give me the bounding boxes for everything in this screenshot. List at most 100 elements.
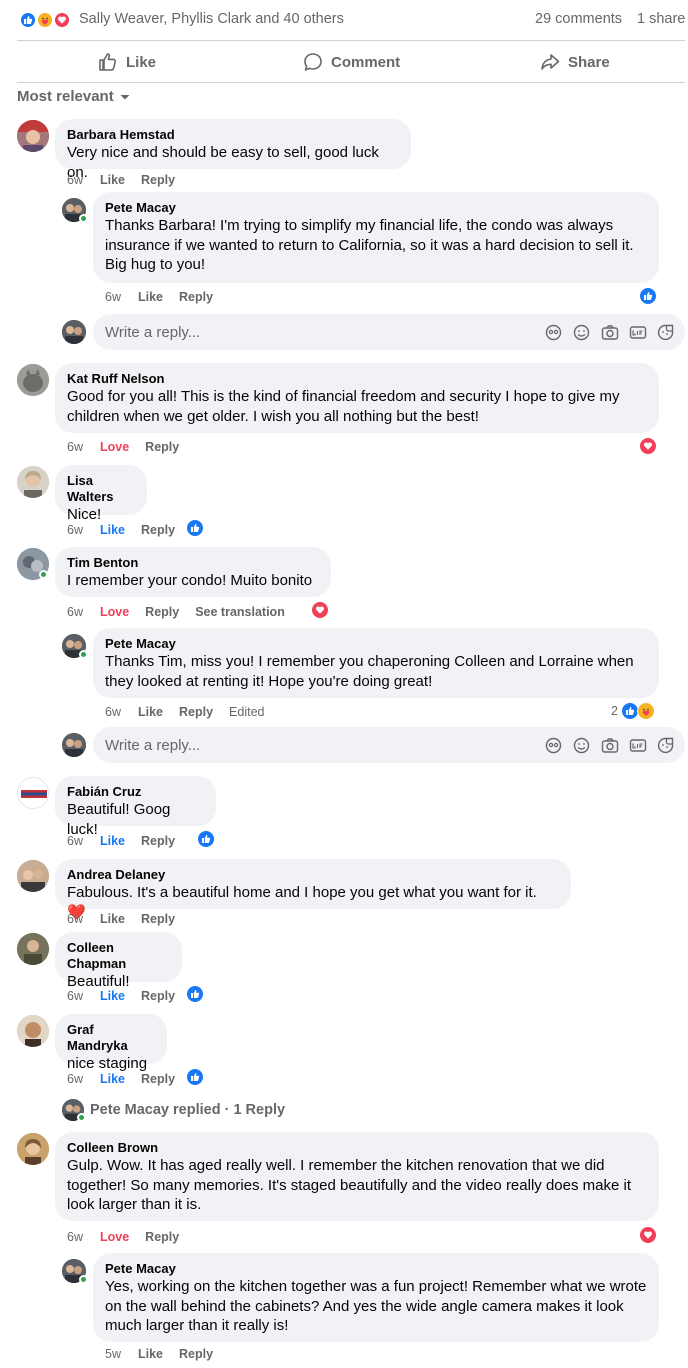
avatar[interactable]: [17, 933, 49, 965]
avatar[interactable]: [17, 120, 49, 152]
comment-author[interactable]: Pete Macay: [105, 1261, 647, 1277]
reply-input[interactable]: [105, 727, 525, 763]
comment-reply-button[interactable]: Reply: [145, 1230, 179, 1244]
comment-reply-button[interactable]: Reply: [141, 912, 175, 926]
comment-author[interactable]: Graf Mandryka: [67, 1022, 155, 1054]
comment-time[interactable]: 6w: [67, 989, 83, 1003]
comment-author[interactable]: Andrea Delaney: [67, 867, 559, 883]
avatar[interactable]: [17, 1133, 49, 1165]
sticker-icon[interactable]: [656, 736, 675, 755]
love-reaction-badge[interactable]: [639, 437, 657, 455]
reactors-names[interactable]: Sally Weaver, Phyllis Clark and 40 other…: [79, 11, 344, 27]
comment-time[interactable]: 6w: [105, 290, 121, 304]
comment-time[interactable]: 6w: [67, 173, 83, 187]
like-icon: [19, 11, 37, 29]
see-translation-link[interactable]: See translation: [195, 605, 285, 619]
comment-love-button[interactable]: Love: [100, 605, 129, 619]
comment-reply-button[interactable]: Reply: [179, 290, 213, 304]
comment-time[interactable]: 6w: [67, 605, 83, 619]
comment-author[interactable]: Fabián Cruz: [67, 784, 204, 800]
comment-reply-button[interactable]: Reply: [141, 173, 175, 187]
shares-count[interactable]: 1 share: [637, 11, 685, 27]
comment-like-button[interactable]: Like: [100, 989, 125, 1003]
avatar-sticker-icon[interactable]: [544, 736, 563, 755]
comment-author[interactable]: Kat Ruff Nelson: [67, 371, 647, 387]
comment-time[interactable]: 6w: [67, 440, 83, 454]
camera-icon[interactable]: [600, 736, 619, 755]
comment-like-button[interactable]: Like: [100, 523, 125, 537]
like-reaction-badge[interactable]: [197, 830, 215, 848]
avatar[interactable]: [17, 1015, 49, 1047]
comment-reply-button[interactable]: Reply: [145, 605, 179, 619]
comment-reply-button[interactable]: Reply: [141, 523, 175, 537]
comment-like-button[interactable]: Like: [138, 1347, 163, 1361]
gif-icon[interactable]: [628, 323, 647, 342]
comment-author[interactable]: Colleen Chapman: [67, 940, 170, 972]
reply-input-box[interactable]: [93, 314, 685, 350]
comment-author[interactable]: Pete Macay: [105, 200, 647, 216]
emoji-icon[interactable]: [572, 323, 591, 342]
view-replies-link[interactable]: Pete Macay replied · 1 Reply: [62, 1099, 285, 1121]
comment-reply-button[interactable]: Reply: [141, 834, 175, 848]
comment-like-button[interactable]: Like: [100, 834, 125, 848]
comment-like-button[interactable]: Like: [100, 912, 125, 926]
like-action-button[interactable]: Like: [98, 52, 156, 72]
love-reaction-badge[interactable]: [639, 1226, 657, 1244]
comment-love-button[interactable]: Love: [100, 440, 129, 454]
comment-time[interactable]: 6w: [67, 1230, 83, 1244]
avatar[interactable]: [62, 733, 86, 757]
comment-like-button[interactable]: Like: [100, 173, 125, 187]
sticker-icon[interactable]: [656, 323, 675, 342]
comment-like-button[interactable]: Like: [138, 290, 163, 304]
share-action-button[interactable]: Share: [540, 52, 610, 72]
comment-bubble: Colleen Brown Gulp. Wow. It has aged rea…: [55, 1132, 659, 1221]
like-reaction-badge[interactable]: [186, 985, 204, 1003]
reaction-icons[interactable]: [19, 11, 75, 29]
comment-author[interactable]: Barbara Hemstad: [67, 127, 399, 143]
comment-time[interactable]: 6w: [67, 1072, 83, 1086]
comment-time[interactable]: 6w: [67, 523, 83, 537]
comment-reply-button[interactable]: Reply: [179, 705, 213, 719]
comment-action-button[interactable]: Comment: [303, 52, 400, 72]
sort-dropdown[interactable]: Most relevant: [17, 88, 131, 105]
avatar-sticker-icon[interactable]: [544, 323, 563, 342]
comment-text-line: on the wall behind the cabinets? And yes…: [105, 1297, 624, 1315]
comment-time[interactable]: 5w: [105, 1347, 121, 1361]
avatar[interactable]: [17, 364, 49, 396]
avatar[interactable]: [17, 777, 49, 809]
comment-action-label: Comment: [331, 53, 401, 71]
comment-reply-button[interactable]: Reply: [179, 1347, 213, 1361]
reaction-count[interactable]: 2: [611, 704, 618, 718]
comment-like-button[interactable]: Like: [100, 1072, 125, 1086]
reply-input-box[interactable]: [93, 727, 685, 763]
comment-time[interactable]: 6w: [105, 705, 121, 719]
comment-time[interactable]: 6w: [67, 834, 83, 848]
love-reaction-badge[interactable]: [311, 601, 329, 619]
avatar[interactable]: [17, 466, 49, 498]
comments-count[interactable]: 29 comments: [535, 11, 622, 27]
avatar[interactable]: [62, 320, 86, 344]
comment-author[interactable]: Lisa Walters: [67, 473, 135, 505]
camera-icon[interactable]: [600, 323, 619, 342]
comment-author[interactable]: Tim Benton: [67, 555, 319, 571]
like-reaction-badge[interactable]: [186, 1068, 204, 1086]
comment-author[interactable]: Colleen Brown: [67, 1140, 647, 1156]
gif-icon[interactable]: [628, 736, 647, 755]
comment-reply-button[interactable]: Reply: [141, 1072, 175, 1086]
replied-author: Pete Macay: [90, 1102, 169, 1118]
reply-input[interactable]: [105, 314, 525, 350]
like-reaction-badge[interactable]: [186, 519, 204, 537]
comment-reply-button[interactable]: Reply: [145, 440, 179, 454]
comment-love-button[interactable]: Love: [100, 1230, 129, 1244]
love-icon: [53, 11, 71, 29]
emoji-icon[interactable]: [572, 736, 591, 755]
care-reaction-badge[interactable]: [637, 702, 655, 720]
comment-bubble: Kat Ruff Nelson Good for you all! This i…: [55, 363, 659, 433]
comment-author[interactable]: Pete Macay: [105, 636, 647, 652]
avatar[interactable]: [17, 860, 49, 892]
comment-reply-button[interactable]: Reply: [141, 989, 175, 1003]
like-reaction-badge[interactable]: [639, 287, 657, 305]
comment-like-button[interactable]: Like: [138, 705, 163, 719]
comment-text-line: much larger than it really is!: [105, 1317, 289, 1334]
comment-time[interactable]: 6w: [67, 912, 83, 926]
